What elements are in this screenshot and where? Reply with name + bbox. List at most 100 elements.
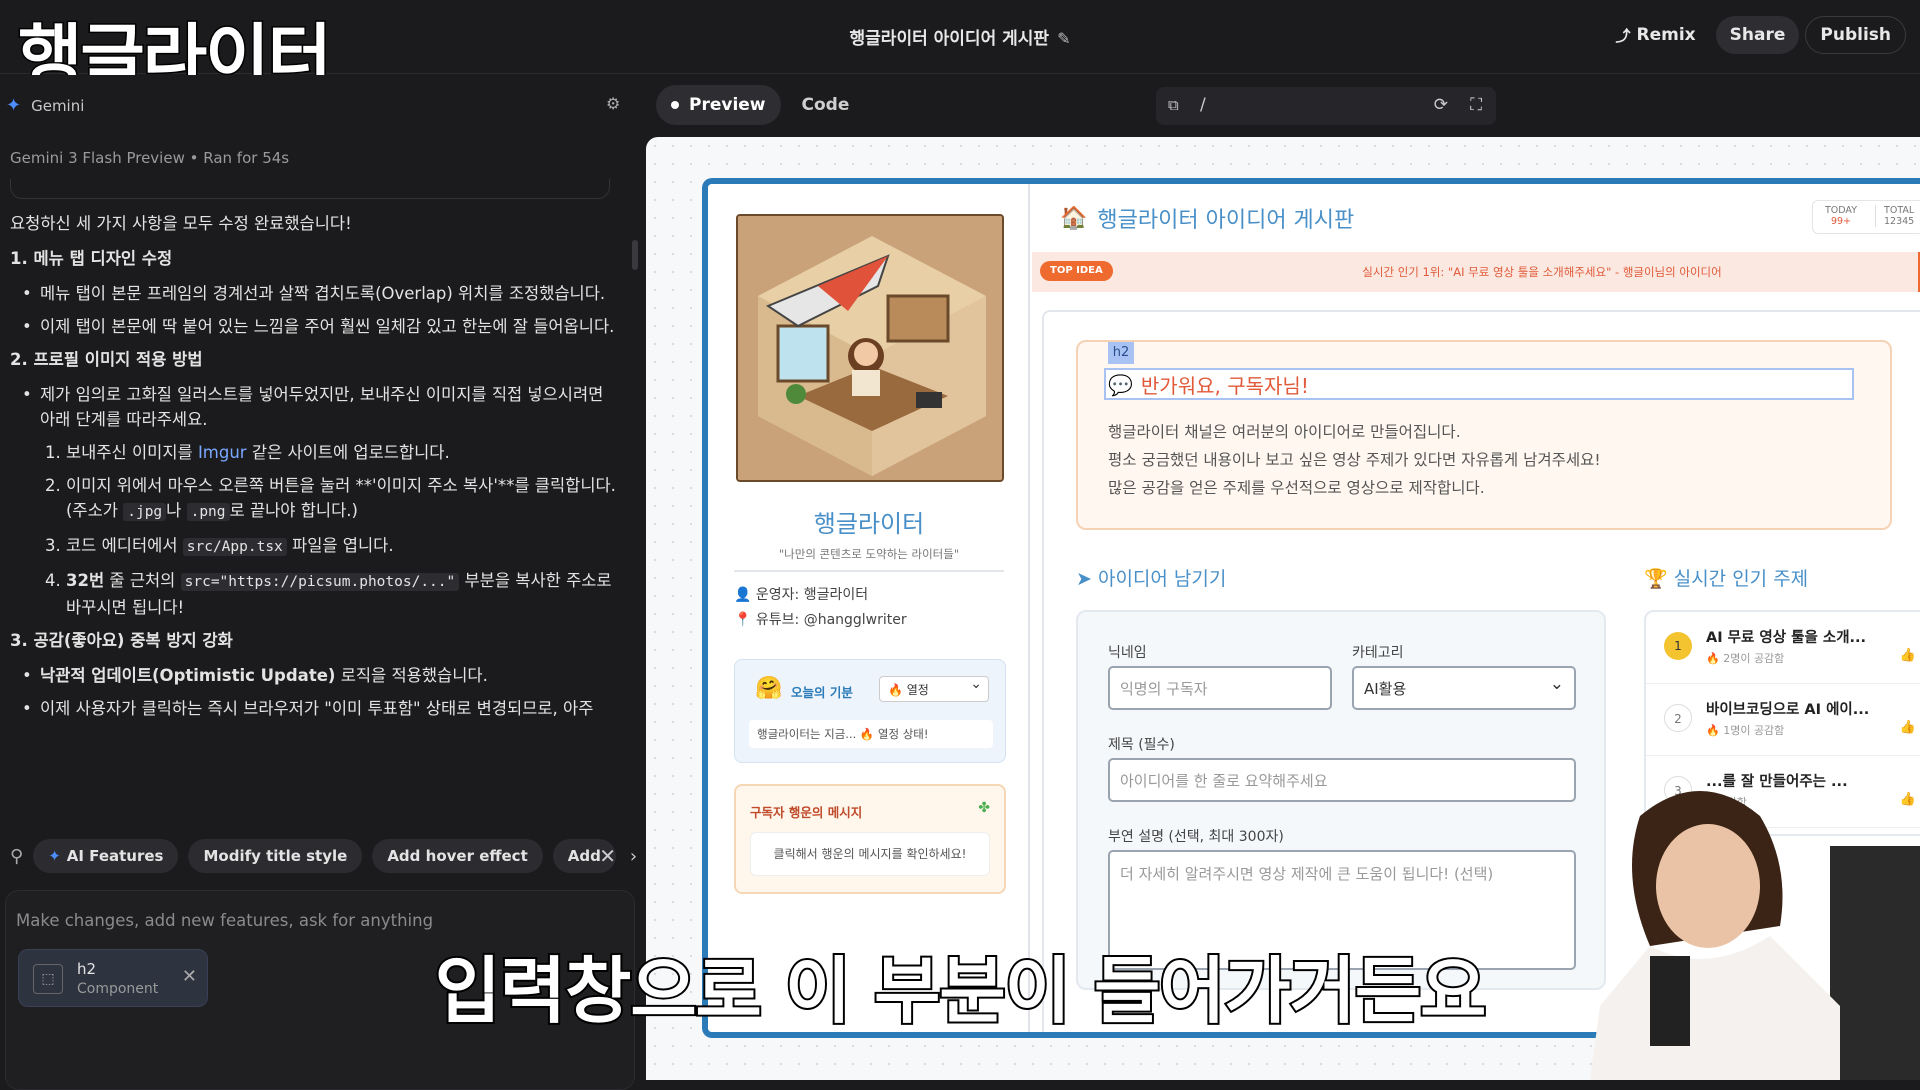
- list-item: 이제 사용자가 클릭하는 즉시 브라우저가 "이미 투표함" 상태로 변경되므로…: [22, 696, 620, 721]
- lucky-card: 구독자 행운의 메시지 ✤ 클릭해서 행운의 메시지를 확인하세요!: [734, 784, 1006, 894]
- message-intro: 요청하신 세 가지 사항을 모두 수정 완료했습니다!: [10, 214, 352, 233]
- nickname-input[interactable]: 익명의 구독자: [1108, 666, 1332, 710]
- thumbs-up-icon[interactable]: 👍: [1900, 648, 1916, 663]
- tab-code[interactable]: Code: [787, 85, 865, 125]
- list-item: 낙관적 업데이트(Optimistic Update) 로직을 적용했습니다.: [22, 663, 620, 688]
- list-item[interactable]: 2 바이브코딩으로 AI 에이... 🔥 1명이 공감함 👍: [1646, 684, 1920, 756]
- list-item: 메뉴 탭이 본문 프레임의 경계선과 살짝 겹치도록(Overlap) 위치를 …: [22, 281, 620, 306]
- tab-preview[interactable]: Preview: [656, 85, 781, 125]
- item-title: AI 무료 영상 툴을 소개...: [1706, 630, 1867, 646]
- rank-badge: 2: [1664, 704, 1692, 732]
- mood-status: 행글라이터는 지금... 🔥 열정 상태!: [749, 720, 993, 748]
- operator-info: 👤 운영자: 행글라이터: [734, 587, 869, 603]
- profile-illustration-image: [738, 216, 1002, 480]
- welcome-text: 평소 궁금했던 내용이나 보고 싶은 영상 주제가 있다면 자유롭게 남겨주세요…: [1108, 451, 1601, 469]
- welcome-text: 많은 공감을 얻은 주제를 우선적으로 영상으로 제작합니다.: [1108, 479, 1485, 497]
- total-label: TOTAL: [1884, 205, 1915, 216]
- chip-add-hover-effect[interactable]: Add hover effect: [372, 839, 543, 873]
- item-likes: 🔥 1명이 공감함: [1706, 724, 1785, 737]
- total-value: 12345: [1884, 216, 1915, 227]
- title-label: 제목 (필수): [1108, 737, 1175, 753]
- url-bar[interactable]: ⧉ / ⟳ ⛶: [1156, 87, 1496, 125]
- chip-ai-features[interactable]: ✦ AI Features: [33, 839, 179, 873]
- refresh-icon[interactable]: ⟳: [1434, 95, 1448, 115]
- home-icon: 🏠: [1060, 205, 1088, 231]
- pin-icon: 📍: [734, 612, 752, 628]
- section-heading: 1. 메뉴 탭 디자인 수정: [10, 249, 173, 268]
- mood-select[interactable]: 🔥 열정: [879, 676, 989, 702]
- lucky-label: 구독자 행운의 메시지: [750, 805, 863, 820]
- list-item[interactable]: 1 AI 무료 영상 툴을 소개... 🔥 2명이 공감함 👍: [1646, 612, 1920, 684]
- popular-heading: 🏆 실시간 인기 주제: [1644, 568, 1809, 590]
- list-item: 코드 에디터에서 src/App.tsx 파일을 엽니다.: [66, 533, 620, 560]
- description-label: 부연 설명 (선택, 최대 300자): [1108, 829, 1284, 845]
- list-item: 이미지 위에서 마우스 오른쪽 버튼을 눌러 **'이미지 주소 복사'**를 …: [66, 473, 620, 525]
- chat-panel: ✦ Gemini ⚙ Gemini 3 Flash Preview • Ran f…: [0, 75, 640, 1090]
- close-icon[interactable]: ✕: [599, 844, 616, 868]
- profile-illustration: [736, 214, 1004, 482]
- nickname-label: 닉네임: [1108, 645, 1147, 661]
- bug-icon[interactable]: ⚙: [606, 94, 620, 113]
- top-idea-ticker: TOP IDEA 실시간 인기 1위: "AI 무료 영상 툴을 소개해주세요"…: [1032, 252, 1920, 292]
- person-icon: 👤: [734, 587, 752, 603]
- tune-icon[interactable]: ⚲: [10, 846, 23, 867]
- welcome-card: h2 💬 반가워요, 구독자님! 행글라이터 채널은 여러분의 아이디어로 만들어…: [1076, 340, 1892, 530]
- mood-label: 오늘의 기분: [791, 685, 853, 700]
- edit-pencil-icon[interactable]: ✎: [1057, 29, 1070, 48]
- item-title: 바이브코딩으로 AI 에이...: [1706, 702, 1870, 718]
- composer-placeholder[interactable]: Make changes, add new features, ask for …: [16, 911, 433, 930]
- clover-icon: ✤: [978, 800, 990, 816]
- webcam-overlay: [1580, 776, 1920, 1080]
- idea-form: 닉네임 익명의 구독자 카테고리 AI활용 제목 (필수) 아이디어를 한 줄로…: [1076, 610, 1606, 990]
- agent-header: ✦ Gemini: [6, 95, 85, 116]
- profile-name: 행글라이터: [813, 510, 925, 538]
- remix-icon: ⤴: [1615, 26, 1631, 45]
- welcome-text: 행글라이터 채널은 여러분의 아이디어로 만들어집니다.: [1108, 423, 1461, 441]
- mood-card: 🤗 오늘의 기분 🔥 열정 행글라이터는 지금... 🔥 열정 상태!: [734, 659, 1006, 763]
- list-item: 32번 줄 근처의 src="https://picsum.photos/...…: [66, 568, 620, 620]
- today-label: TODAY: [1825, 205, 1857, 216]
- assistant-message: 요청하신 세 가지 사항을 모두 수정 완료했습니다! 1. 메뉴 탭 디자인 …: [10, 211, 620, 729]
- category-label: 카테고리: [1352, 645, 1404, 661]
- visitor-counter: TODAY 99+ TOTAL 12345: [1812, 200, 1920, 234]
- title-input[interactable]: 아이디어를 한 줄로 요약해주세요: [1108, 758, 1576, 802]
- lucky-message-button[interactable]: 클릭해서 행운의 메시지를 확인하세요!: [750, 832, 990, 876]
- mood-emoji-icon: 🤗: [755, 676, 783, 701]
- thought-box-edge: [10, 179, 610, 199]
- suggestion-chips: ⚲ ✦ AI Features Modify title style Add ho…: [10, 838, 637, 874]
- top-idea-badge: TOP IDEA: [1040, 261, 1113, 281]
- url-path[interactable]: /: [1200, 95, 1206, 115]
- remix-button[interactable]: ⤴ Remix: [1602, 16, 1710, 54]
- list-item: 제가 임의로 고화질 일러스트를 넣어두었지만, 보내주신 이미지를 직접 넣으…: [22, 382, 620, 432]
- ticker-text[interactable]: 실시간 인기 1위: "AI 무료 영상 툴을 소개해주세요" - 행글이님의 …: [1162, 264, 1920, 280]
- speech-bubble-icon: 💬: [1108, 372, 1133, 397]
- share-button[interactable]: Share: [1715, 16, 1800, 54]
- fullscreen-icon[interactable]: ⛶: [1470, 95, 1482, 115]
- rank-badge: 1: [1664, 632, 1692, 660]
- send-icon: ➤: [1076, 568, 1092, 590]
- presenter-image: [1590, 791, 1920, 1080]
- welcome-heading[interactable]: 💬 반가워요, 구독자님!: [1108, 370, 1309, 399]
- chevron-right-icon[interactable]: ›: [630, 846, 637, 867]
- section-heading: 2. 프로필 이미지 적용 방법: [10, 350, 203, 369]
- thumbs-up-icon[interactable]: 👍: [1900, 720, 1916, 735]
- divider: [734, 570, 1004, 572]
- board-title: 🏠 행글라이터 아이디어 게시판: [1060, 205, 1355, 234]
- category-select[interactable]: AI활용: [1352, 666, 1576, 710]
- device-icon[interactable]: ⧉: [1168, 96, 1179, 114]
- form-heading: ➤ 아이디어 남기기: [1076, 568, 1227, 590]
- publish-button[interactable]: Publish: [1805, 16, 1906, 54]
- list-item: 보내주신 이미지를 Imgur 같은 사이트에 업로드합니다.: [66, 440, 620, 465]
- today-value: 99+: [1830, 216, 1852, 227]
- profile-sidebar: 행글라이터 "나만의 콘텐츠로 도약하는 라이터들" 👤 운영자: 행글라이터 …: [708, 184, 1030, 1032]
- profile-tagline: "나만의 콘텐츠로 도약하는 라이터들": [778, 547, 960, 561]
- active-dot: [671, 101, 679, 109]
- sparkle-icon: ✦: [48, 847, 61, 865]
- chip-modify-title-style[interactable]: Modify title style: [188, 839, 363, 873]
- imgur-link[interactable]: Imgur: [198, 443, 247, 462]
- youtube-info: 📍 유튜브: @hangglwriter: [734, 612, 907, 628]
- section-heading: 3. 공감(좋아요) 중복 방지 강화: [10, 631, 233, 650]
- chat-scrollbar[interactable]: [632, 240, 638, 270]
- h2-selection-tag: h2: [1108, 342, 1134, 364]
- list-item: 이제 탭이 본문에 딱 붙어 있는 느낌을 주어 훨씬 일체감 있고 한눈에 잘…: [22, 314, 620, 339]
